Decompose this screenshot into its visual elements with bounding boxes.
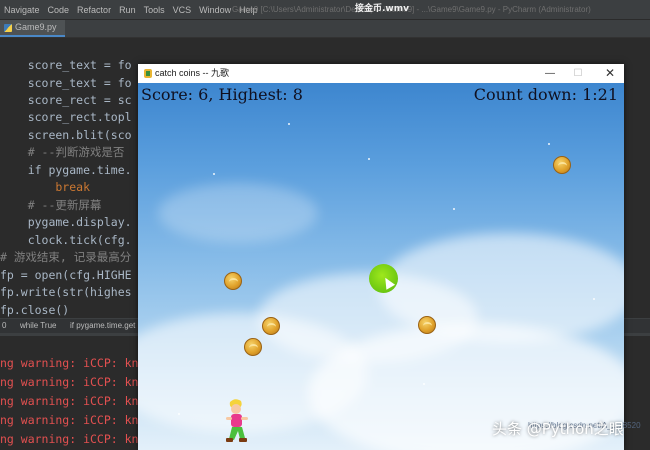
score-text: Score: 6, Highest: 8 [141,85,303,104]
code-line: fp = open(cfg.HIGHE [0,268,132,282]
menu-navigate[interactable]: Navigate [0,5,44,15]
code-line: score_text = fo [0,58,132,72]
game-window-titlebar[interactable]: catch coins -- 九歌 — ☐ ✕ [138,64,624,83]
sparkle [423,383,425,385]
coin-icon [262,317,280,335]
video-title: 接金币.wmv [355,4,409,14]
coin-icon [418,316,436,334]
code-line: fp.close() [0,303,70,317]
menu-window[interactable]: Window [195,5,235,15]
pygame-window-icon [144,69,152,78]
code-line: clock.tick(cfg. [0,233,132,247]
code-line: score_rect.topl [0,110,132,124]
breadcrumb-item[interactable]: if pygame.time.get [70,319,135,333]
code-line: pygame.display. [0,215,132,229]
cloud [158,183,318,243]
menu-vcs[interactable]: VCS [169,5,196,15]
close-button[interactable]: ✕ [596,64,624,83]
sparkle [178,413,180,415]
countdown-text: Count down: 1:21 [473,85,618,104]
coin-icon [244,338,262,356]
console-line: ng warning: iCCP: kno [0,413,146,427]
menu-run[interactable]: Run [115,5,140,15]
code-line: # --判断游戏是否 [0,145,125,159]
menu-refactor[interactable]: Refactor [73,5,115,15]
console-line: ng warning: iCCP: kno [0,432,146,446]
sparkle [288,123,290,125]
game-window-title: catch coins -- 九歌 [155,68,230,78]
breadcrumb-item[interactable]: while True [20,319,56,333]
game-canvas[interactable]: Score: 6, Highest: 8 Count down: 1:21 [138,83,624,450]
console-line: ng warning: iCCP: kno [0,375,146,389]
code-line: # 游戏结束, 记录最高分 [0,250,132,264]
menu-tools[interactable]: Tools [140,5,169,15]
file-tab-game9[interactable]: Game9.py [0,20,65,37]
coin-icon [224,272,242,290]
minimize-button[interactable]: — [536,64,564,83]
sparkle [593,298,595,300]
breadcrumb-item[interactable]: 0 [2,319,6,333]
sparkle [213,173,215,175]
sparkle [453,208,455,210]
code-line: score_text = fo [0,76,132,90]
maximize-button[interactable]: ☐ [564,64,592,83]
watermark: 头条 @Python之眼 [492,420,624,438]
ide-window-title: Game9 [C:\Users\Administrator\Desktop\..… [232,5,591,14]
console-line: ng warning: iCCP: kno [0,394,146,408]
sparkle [548,143,550,145]
menu-code[interactable]: Code [44,5,74,15]
code-line: score_rect = sc [0,93,132,107]
editor-tabbar: Game9.py [0,20,650,38]
console-line: ng warning: iCCP: kno [0,356,146,370]
sparkle [368,158,370,160]
player-sprite [226,399,248,442]
code-line: if pygame.time. [0,163,132,177]
coin-icon [553,156,571,174]
python-file-icon [4,23,12,32]
code-line: fp.write(str(highes [0,285,132,299]
game-window[interactable]: catch coins -- 九歌 — ☐ ✕ Score: 6, Highes… [138,64,624,450]
code-line: # --更新屏幕 [0,198,102,212]
file-tab-label: Game9.py [15,22,57,32]
code-line: break [0,180,91,194]
ide-menubar: Navigate Code Refactor Run Tools VCS Win… [0,0,650,20]
code-line: screen.blit(sco [0,128,132,142]
